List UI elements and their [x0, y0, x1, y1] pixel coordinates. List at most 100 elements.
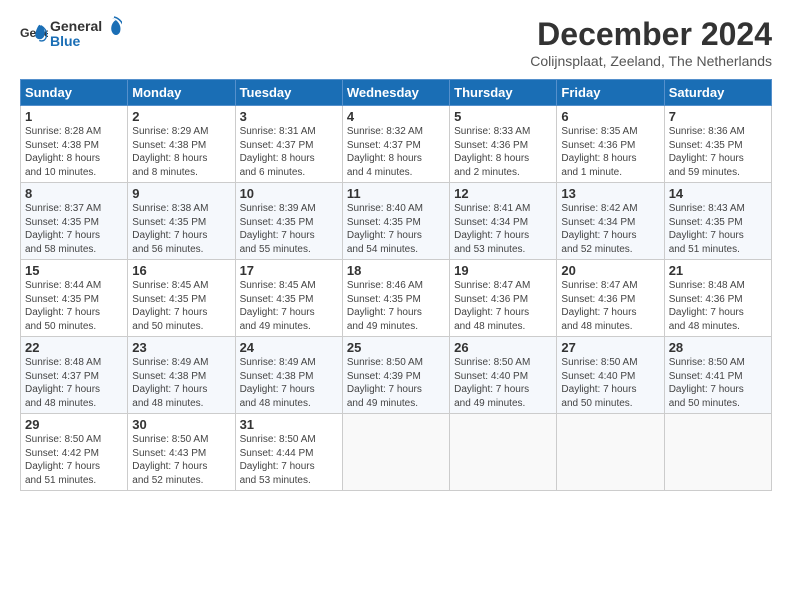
calendar-cell: 25Sunrise: 8:50 AMSunset: 4:39 PMDayligh… — [342, 337, 449, 414]
calendar-header-row: Sunday Monday Tuesday Wednesday Thursday… — [21, 80, 772, 106]
calendar-cell: 3Sunrise: 8:31 AMSunset: 4:37 PMDaylight… — [235, 106, 342, 183]
day-info: Sunrise: 8:32 AMSunset: 4:37 PMDaylight:… — [347, 125, 445, 179]
day-info: Sunrise: 8:29 AMSunset: 4:38 PMDaylight:… — [132, 125, 230, 179]
calendar-cell — [664, 414, 771, 491]
logo-svg: General Blue — [50, 16, 122, 52]
calendar-cell: 13Sunrise: 8:42 AMSunset: 4:34 PMDayligh… — [557, 183, 664, 260]
day-info: Sunrise: 8:50 AMSunset: 4:41 PMDaylight:… — [669, 356, 767, 410]
day-number: 10 — [240, 186, 338, 201]
day-info: Sunrise: 8:50 AMSunset: 4:40 PMDaylight:… — [454, 356, 552, 410]
day-number: 15 — [25, 263, 123, 278]
day-number: 17 — [240, 263, 338, 278]
calendar-cell: 26Sunrise: 8:50 AMSunset: 4:40 PMDayligh… — [450, 337, 557, 414]
svg-text:Blue: Blue — [50, 33, 81, 49]
calendar-cell: 5Sunrise: 8:33 AMSunset: 4:36 PMDaylight… — [450, 106, 557, 183]
day-number: 7 — [669, 109, 767, 124]
day-info: Sunrise: 8:47 AMSunset: 4:36 PMDaylight:… — [454, 279, 552, 333]
day-number: 18 — [347, 263, 445, 278]
day-number: 22 — [25, 340, 123, 355]
logo-icon: General — [20, 23, 48, 51]
calendar-cell: 27Sunrise: 8:50 AMSunset: 4:40 PMDayligh… — [557, 337, 664, 414]
calendar-cell: 30Sunrise: 8:50 AMSunset: 4:43 PMDayligh… — [128, 414, 235, 491]
col-monday: Monday — [128, 80, 235, 106]
day-number: 30 — [132, 417, 230, 432]
calendar-cell: 21Sunrise: 8:48 AMSunset: 4:36 PMDayligh… — [664, 260, 771, 337]
day-number: 1 — [25, 109, 123, 124]
day-info: Sunrise: 8:33 AMSunset: 4:36 PMDaylight:… — [454, 125, 552, 179]
day-info: Sunrise: 8:48 AMSunset: 4:37 PMDaylight:… — [25, 356, 123, 410]
calendar-cell: 7Sunrise: 8:36 AMSunset: 4:35 PMDaylight… — [664, 106, 771, 183]
day-number: 12 — [454, 186, 552, 201]
col-saturday: Saturday — [664, 80, 771, 106]
day-info: Sunrise: 8:35 AMSunset: 4:36 PMDaylight:… — [561, 125, 659, 179]
calendar-cell: 18Sunrise: 8:46 AMSunset: 4:35 PMDayligh… — [342, 260, 449, 337]
day-number: 6 — [561, 109, 659, 124]
day-info: Sunrise: 8:43 AMSunset: 4:35 PMDaylight:… — [669, 202, 767, 256]
calendar-cell: 23Sunrise: 8:49 AMSunset: 4:38 PMDayligh… — [128, 337, 235, 414]
day-number: 28 — [669, 340, 767, 355]
calendar-cell: 15Sunrise: 8:44 AMSunset: 4:35 PMDayligh… — [21, 260, 128, 337]
day-number: 31 — [240, 417, 338, 432]
day-number: 4 — [347, 109, 445, 124]
calendar-cell: 1Sunrise: 8:28 AMSunset: 4:38 PMDaylight… — [21, 106, 128, 183]
calendar-cell: 28Sunrise: 8:50 AMSunset: 4:41 PMDayligh… — [664, 337, 771, 414]
col-wednesday: Wednesday — [342, 80, 449, 106]
day-info: Sunrise: 8:50 AMSunset: 4:40 PMDaylight:… — [561, 356, 659, 410]
day-number: 11 — [347, 186, 445, 201]
day-info: Sunrise: 8:50 AMSunset: 4:39 PMDaylight:… — [347, 356, 445, 410]
day-number: 13 — [561, 186, 659, 201]
logo: General General Blue — [20, 16, 122, 57]
header: General General Blue December 2024 Colij… — [20, 16, 772, 69]
title-block: December 2024 Colijnsplaat, Zeeland, The… — [530, 16, 772, 69]
page-title: December 2024 — [530, 16, 772, 53]
day-info: Sunrise: 8:39 AMSunset: 4:35 PMDaylight:… — [240, 202, 338, 256]
calendar-cell: 22Sunrise: 8:48 AMSunset: 4:37 PMDayligh… — [21, 337, 128, 414]
calendar-cell — [342, 414, 449, 491]
day-info: Sunrise: 8:47 AMSunset: 4:36 PMDaylight:… — [561, 279, 659, 333]
day-info: Sunrise: 8:50 AMSunset: 4:44 PMDaylight:… — [240, 433, 338, 487]
calendar-cell: 20Sunrise: 8:47 AMSunset: 4:36 PMDayligh… — [557, 260, 664, 337]
day-number: 24 — [240, 340, 338, 355]
svg-text:General: General — [50, 18, 102, 34]
day-info: Sunrise: 8:45 AMSunset: 4:35 PMDaylight:… — [240, 279, 338, 333]
calendar-cell: 6Sunrise: 8:35 AMSunset: 4:36 PMDaylight… — [557, 106, 664, 183]
calendar-cell: 16Sunrise: 8:45 AMSunset: 4:35 PMDayligh… — [128, 260, 235, 337]
day-info: Sunrise: 8:49 AMSunset: 4:38 PMDaylight:… — [132, 356, 230, 410]
calendar-cell: 14Sunrise: 8:43 AMSunset: 4:35 PMDayligh… — [664, 183, 771, 260]
day-number: 5 — [454, 109, 552, 124]
day-info: Sunrise: 8:44 AMSunset: 4:35 PMDaylight:… — [25, 279, 123, 333]
day-number: 27 — [561, 340, 659, 355]
calendar-cell: 19Sunrise: 8:47 AMSunset: 4:36 PMDayligh… — [450, 260, 557, 337]
calendar-cell: 10Sunrise: 8:39 AMSunset: 4:35 PMDayligh… — [235, 183, 342, 260]
day-number: 2 — [132, 109, 230, 124]
day-number: 25 — [347, 340, 445, 355]
calendar-cell: 2Sunrise: 8:29 AMSunset: 4:38 PMDaylight… — [128, 106, 235, 183]
day-info: Sunrise: 8:41 AMSunset: 4:34 PMDaylight:… — [454, 202, 552, 256]
day-info: Sunrise: 8:38 AMSunset: 4:35 PMDaylight:… — [132, 202, 230, 256]
day-number: 16 — [132, 263, 230, 278]
day-number: 23 — [132, 340, 230, 355]
day-info: Sunrise: 8:40 AMSunset: 4:35 PMDaylight:… — [347, 202, 445, 256]
day-number: 29 — [25, 417, 123, 432]
day-info: Sunrise: 8:45 AMSunset: 4:35 PMDaylight:… — [132, 279, 230, 333]
day-info: Sunrise: 8:37 AMSunset: 4:35 PMDaylight:… — [25, 202, 123, 256]
calendar-cell: 9Sunrise: 8:38 AMSunset: 4:35 PMDaylight… — [128, 183, 235, 260]
col-thursday: Thursday — [450, 80, 557, 106]
day-info: Sunrise: 8:48 AMSunset: 4:36 PMDaylight:… — [669, 279, 767, 333]
day-info: Sunrise: 8:50 AMSunset: 4:43 PMDaylight:… — [132, 433, 230, 487]
day-info: Sunrise: 8:50 AMSunset: 4:42 PMDaylight:… — [25, 433, 123, 487]
calendar-cell: 8Sunrise: 8:37 AMSunset: 4:35 PMDaylight… — [21, 183, 128, 260]
calendar-cell — [557, 414, 664, 491]
calendar-cell: 31Sunrise: 8:50 AMSunset: 4:44 PMDayligh… — [235, 414, 342, 491]
page: General General Blue December 2024 Colij… — [0, 0, 792, 612]
col-tuesday: Tuesday — [235, 80, 342, 106]
day-info: Sunrise: 8:28 AMSunset: 4:38 PMDaylight:… — [25, 125, 123, 179]
col-sunday: Sunday — [21, 80, 128, 106]
col-friday: Friday — [557, 80, 664, 106]
day-info: Sunrise: 8:31 AMSunset: 4:37 PMDaylight:… — [240, 125, 338, 179]
day-info: Sunrise: 8:46 AMSunset: 4:35 PMDaylight:… — [347, 279, 445, 333]
day-info: Sunrise: 8:42 AMSunset: 4:34 PMDaylight:… — [561, 202, 659, 256]
calendar-cell: 17Sunrise: 8:45 AMSunset: 4:35 PMDayligh… — [235, 260, 342, 337]
day-number: 20 — [561, 263, 659, 278]
calendar-cell: 24Sunrise: 8:49 AMSunset: 4:38 PMDayligh… — [235, 337, 342, 414]
